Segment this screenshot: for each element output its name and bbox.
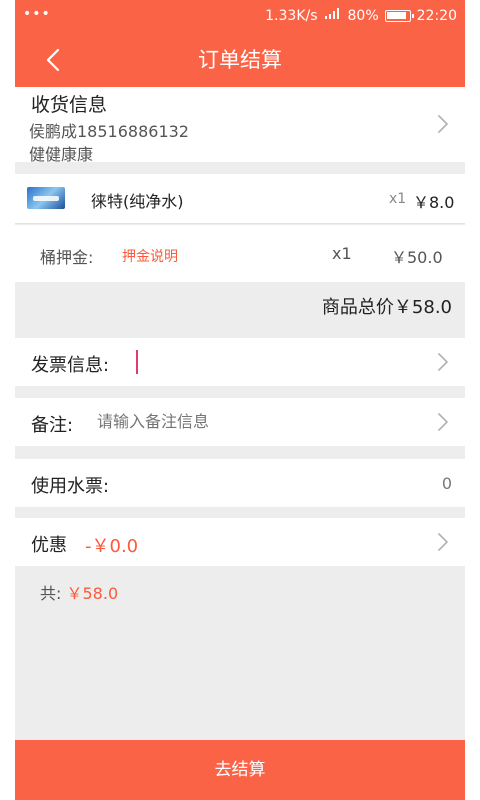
summary-label: 共: xyxy=(40,584,62,603)
chevron-right-icon xyxy=(438,353,448,371)
signal-icon xyxy=(324,8,342,24)
product-thumbnail xyxy=(27,187,65,209)
discount-row[interactable]: 优惠 -￥0.0 xyxy=(15,518,465,566)
chevron-right-icon xyxy=(438,115,448,133)
deposit-info-link[interactable]: 押金说明 xyxy=(122,246,178,266)
invoice-label: 发票信息: xyxy=(31,355,110,376)
product-name: 徕特(纯净水) xyxy=(91,192,184,211)
phone-screen: ••• 1.33K/s 80% 22:20 订单结算 收货信息 侯鹏成18516… xyxy=(15,0,465,800)
battery-icon xyxy=(384,10,414,22)
water-ticket-label: 使用水票: xyxy=(31,476,110,497)
address-card[interactable]: 收货信息 侯鹏成18516886132 健健康康 xyxy=(15,87,465,164)
clock: 22:20 xyxy=(416,8,457,24)
deposit-quantity: x1 xyxy=(332,244,352,263)
title-bar: 订单结算 xyxy=(15,33,465,87)
summary-amount: ￥58.0 xyxy=(66,584,119,603)
status-bar: ••• 1.33K/s 80% 22:20 xyxy=(15,0,465,33)
deposit-label: 桶押金: xyxy=(40,248,94,267)
net-speed: 1.33K/s xyxy=(265,8,318,24)
order-summary: 共: ￥58.0 xyxy=(40,580,118,604)
remark-row: 备注: xyxy=(15,398,465,446)
discount-amount: -￥0.0 xyxy=(85,536,139,557)
product-row: 徕特(纯净水) x1 ￥8.0 xyxy=(15,174,465,224)
chevron-right-icon xyxy=(438,533,448,551)
remark-input[interactable] xyxy=(97,412,397,431)
goods-total: 商品总价￥58.0 xyxy=(321,297,452,318)
water-ticket-count: 0 xyxy=(441,474,452,493)
back-icon[interactable] xyxy=(41,47,67,73)
deposit-price: ￥50.0 xyxy=(391,248,443,267)
product-price: ￥8.0 xyxy=(413,193,455,212)
checkout-button[interactable]: 去结算 xyxy=(15,740,465,800)
address-section-title: 收货信息 xyxy=(31,94,108,116)
notification-dots: ••• xyxy=(23,6,51,22)
remark-label: 备注: xyxy=(31,415,74,436)
text-cursor xyxy=(136,350,138,374)
invoice-row[interactable]: 发票信息: xyxy=(15,338,465,386)
delivery-address: 健健康康 xyxy=(29,145,94,164)
page-title: 订单结算 xyxy=(198,48,282,72)
contact-name-phone: 侯鹏成18516886132 xyxy=(29,122,189,141)
discount-label: 优惠 xyxy=(31,535,67,556)
product-quantity: x1 xyxy=(389,191,407,207)
deposit-row: 桶押金: 押金说明 x1 ￥50.0 xyxy=(15,225,465,282)
water-ticket-row[interactable]: 使用水票: 0 xyxy=(15,459,465,507)
chevron-right-icon xyxy=(438,413,448,431)
battery-percent: 80% xyxy=(347,8,379,24)
status-right: 1.33K/s 80% 22:20 xyxy=(265,8,457,24)
